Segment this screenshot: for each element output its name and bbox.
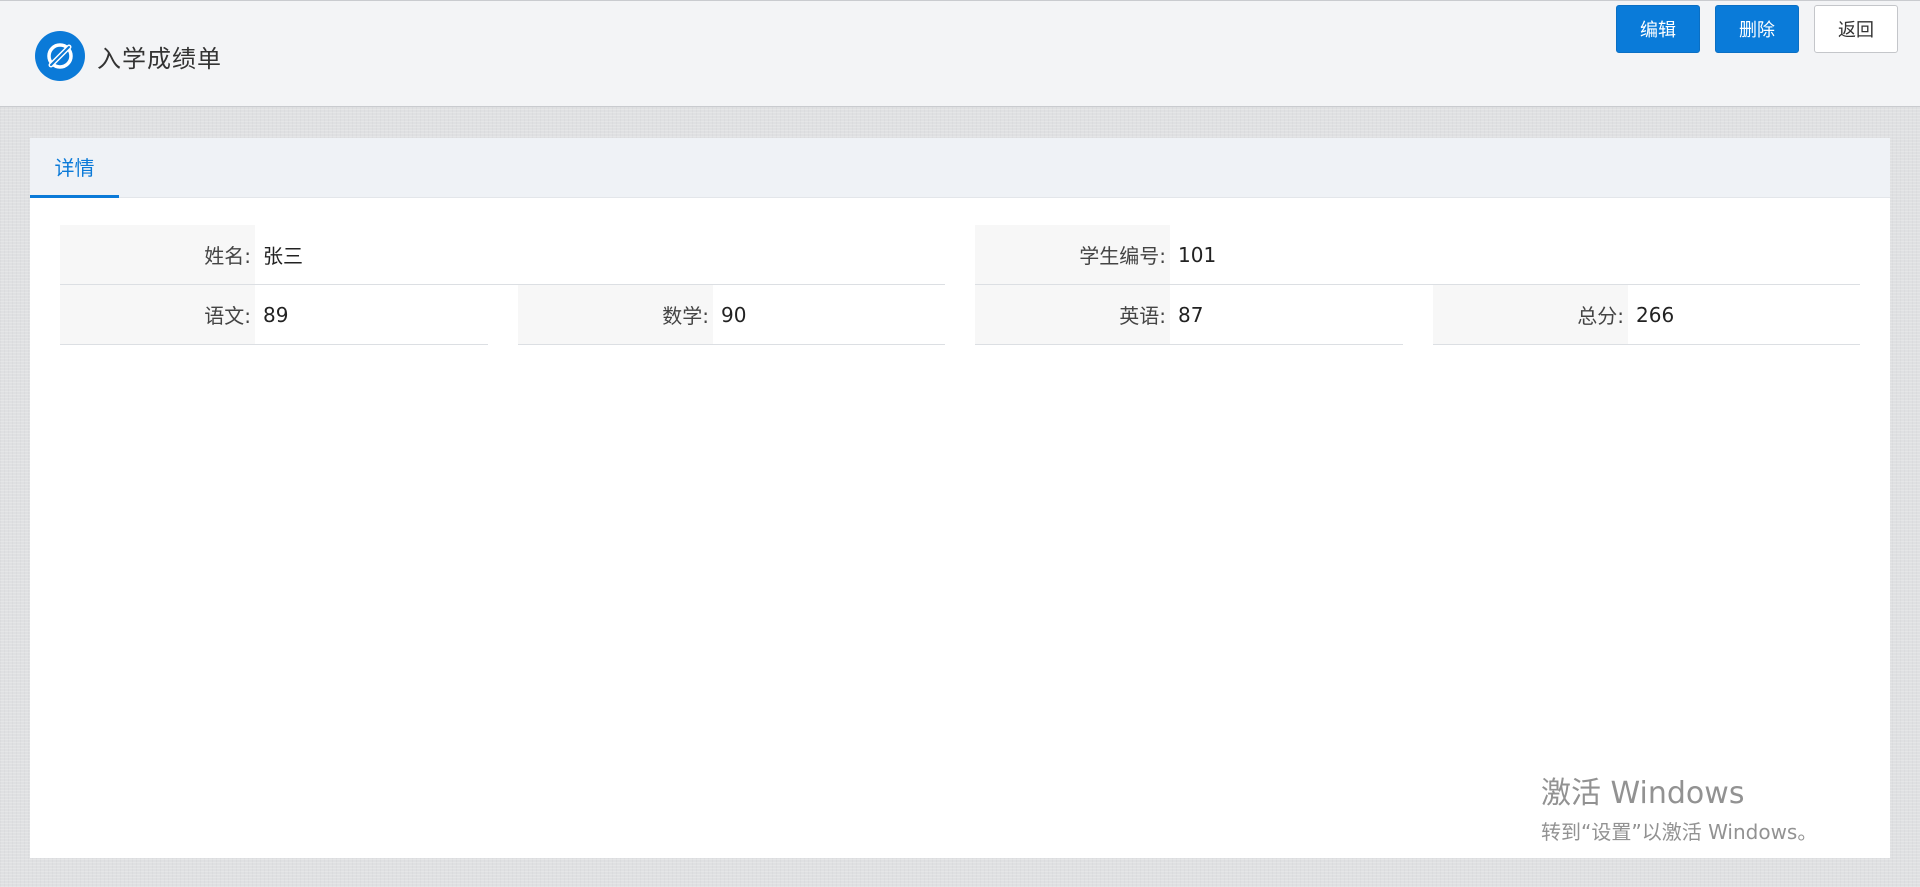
english-value: 87 (1170, 285, 1403, 344)
field-row-chinese: 语文: 89 (60, 285, 488, 345)
watermark-title: 激活 Windows (1541, 776, 1745, 811)
page-title: 入学成绩单 (97, 45, 222, 73)
student-id-label: 学生编号: (975, 225, 1170, 284)
total-value: 266 (1628, 285, 1860, 344)
total-label: 总分: (1433, 285, 1628, 344)
name-value: 张三 (255, 225, 945, 284)
math-label: 数学: (518, 285, 713, 344)
app-header: 入学成绩单 编辑 删除 返回 (0, 0, 1920, 107)
app-logo-icon (35, 31, 85, 81)
delete-button[interactable]: 删除 (1715, 5, 1799, 53)
chinese-label: 语文: (60, 285, 255, 344)
windows-activation-watermark: 激活 Windows 转到“设置”以激活 Windows。 (1541, 768, 1817, 845)
math-value: 90 (713, 285, 945, 344)
chinese-value: 89 (255, 285, 488, 344)
english-label: 英语: (975, 285, 1170, 344)
detail-panel: 详情 姓名: 张三 学生编号: 101 语文: 89 数学: 90 英语: 87… (30, 138, 1890, 858)
field-row-english: 英语: 87 (975, 285, 1403, 345)
field-row-total: 总分: 266 (1433, 285, 1860, 345)
tab-details[interactable]: 详情 (30, 138, 119, 198)
name-label: 姓名: (60, 225, 255, 284)
student-id-value: 101 (1170, 225, 1860, 284)
watermark-subtitle: 转到“设置”以激活 Windows。 (1541, 820, 1818, 844)
field-row-student-id: 学生编号: 101 (975, 225, 1860, 285)
field-row-name: 姓名: 张三 (60, 225, 945, 285)
back-button[interactable]: 返回 (1814, 5, 1898, 53)
field-row-math: 数学: 90 (518, 285, 945, 345)
edit-button[interactable]: 编辑 (1616, 5, 1700, 53)
tab-bar: 详情 (30, 138, 1890, 198)
